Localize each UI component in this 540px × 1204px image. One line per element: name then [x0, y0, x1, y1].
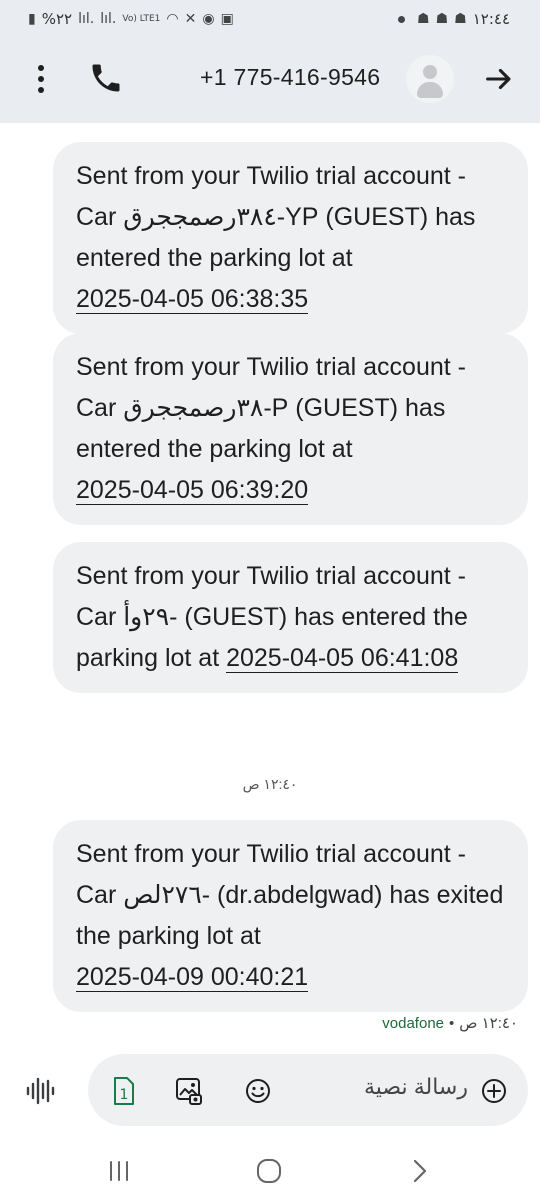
timestamp-link[interactable]: 2025-04-05 06:39:20 [76, 476, 309, 505]
notification-dot-icon [398, 15, 406, 23]
recents-icon[interactable] [106, 1160, 132, 1182]
sim-card-icon[interactable]: 1 [112, 1076, 136, 1106]
signal-icon: lıl. [78, 11, 95, 27]
status-left: ▮ %٢٢ lıl. lıl. Vo) LTE1 ◠ ✕ ◉ ▣ [28, 10, 234, 28]
message-input[interactable]: رسالة نصية [318, 1074, 468, 1106]
emoji-icon[interactable] [243, 1076, 273, 1106]
system-nav-bar [0, 1140, 540, 1204]
message-time: ١٢:٤٠ ص [459, 1015, 518, 1032]
back-icon[interactable] [410, 1158, 430, 1184]
phone-call-icon[interactable] [88, 60, 124, 96]
signal-icon-2: lıl. [100, 11, 117, 27]
message-bubble[interactable]: Sent from your Twilio trial account - Ca… [53, 820, 528, 1012]
gallery-icon[interactable] [174, 1076, 204, 1106]
wifi-icon: ◠ [166, 11, 179, 27]
add-attachment-icon[interactable] [480, 1077, 508, 1105]
battery-icon: ▮ [28, 11, 36, 27]
message-bubble[interactable]: Sent from your Twilio trial account - Ca… [53, 142, 528, 334]
car-plate: -٢٩وأ [123, 603, 178, 631]
message-meta: vodafone • ١٢:٤٠ ص [382, 1014, 518, 1033]
status-bar: ▮ %٢٢ lıl. lıl. Vo) LTE1 ◠ ✕ ◉ ▣ ☗ ☗ ☗ ١… [0, 0, 540, 38]
lock-icon: ▣ [220, 11, 234, 27]
meta-separator: • [449, 1014, 455, 1032]
compose-bar: 1 رسالة نصية [88, 1054, 528, 1126]
mute-icon: ✕ [184, 11, 197, 27]
volte-label: Vo) LTE1 [122, 13, 161, 24]
top-area: ▮ %٢٢ lıl. lıl. Vo) LTE1 ◠ ✕ ◉ ▣ ☗ ☗ ☗ ١… [0, 0, 540, 123]
forward-arrow-icon[interactable] [482, 62, 516, 96]
message-bubble[interactable]: Sent from your Twilio trial account - Ca… [53, 333, 528, 525]
snapchat-icon: ☗ [417, 11, 430, 27]
voice-message-icon[interactable] [18, 1069, 62, 1113]
status-time: ١٢:٤٤ [472, 10, 510, 28]
timestamp-link[interactable]: 2025-04-09 00:40:21 [76, 963, 309, 992]
car-plate: YP-٣٨٤رصمججرق [123, 203, 319, 231]
app-bar: +1 775-416-9546 [0, 42, 540, 112]
battery-percent: %٢٢ [41, 10, 73, 28]
message-bubble[interactable]: Sent from your Twilio trial account - Ca… [53, 542, 528, 693]
snapchat-icon-3: ☗ [454, 11, 467, 27]
sim-number: 1 [120, 1087, 129, 1103]
more-options-icon[interactable] [24, 62, 58, 96]
car-plate: P-٣٨رصمججرق [123, 394, 289, 422]
contact-avatar[interactable] [406, 55, 454, 103]
carrier-name: vodafone [382, 1014, 445, 1032]
contact-phone-number[interactable]: +1 775-416-9546 [200, 64, 380, 91]
snapchat-icon-2: ☗ [435, 11, 449, 27]
alarm-icon: ◉ [202, 11, 215, 27]
car-plate: -٢٧٦لص [123, 881, 211, 909]
home-icon[interactable] [256, 1158, 282, 1184]
timestamp-link[interactable]: 2025-04-05 06:41:08 [226, 644, 459, 673]
status-right: ☗ ☗ ☗ ١٢:٤٤ [398, 10, 510, 28]
timestamp-link[interactable]: 2025-04-05 06:38:35 [76, 285, 309, 314]
time-separator: ١٢:٤٠ ص [242, 776, 298, 792]
